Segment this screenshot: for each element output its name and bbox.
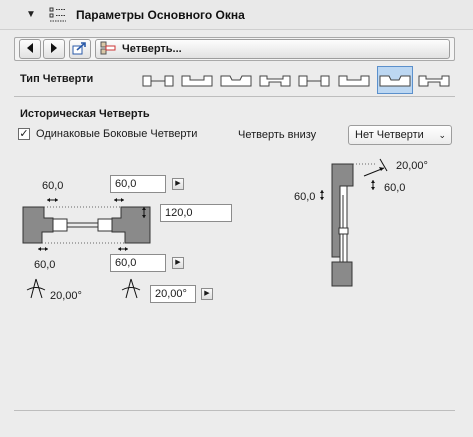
section-right-value: 60,0: [384, 182, 406, 194]
plan-view-diagram: [22, 198, 151, 299]
divider: [14, 410, 455, 411]
section-angle-value: 20,00°: [396, 160, 428, 172]
reveal-diagrams: [22, 158, 388, 299]
section-view-diagram: [320, 158, 388, 287]
section-left-value: 60,0: [294, 191, 316, 203]
